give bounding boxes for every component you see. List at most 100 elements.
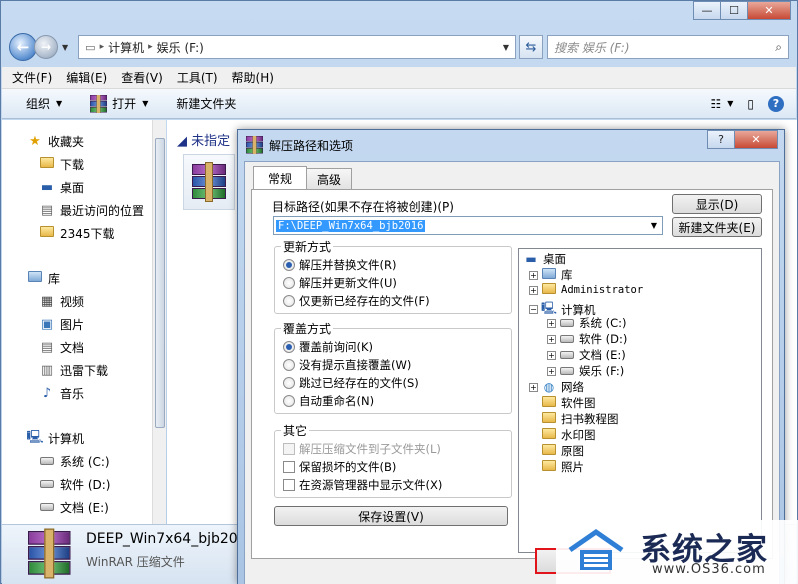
address-dropdown-icon[interactable]: ▼ — [497, 43, 515, 52]
sidebar-item-music[interactable]: ♪ 音乐 — [2, 382, 152, 405]
chevron-down-icon[interactable]: ▼ — [727, 99, 733, 108]
recent-pages-chevron-icon[interactable]: ▼ — [62, 43, 68, 52]
radio-overwrite-silent[interactable]: 没有提示直接覆盖(W) — [283, 357, 411, 373]
tree-node-folder[interactable]: 原图 — [541, 443, 584, 459]
details-filetype: WinRAR 压缩文件 — [86, 555, 185, 569]
address-bar[interactable]: ▭ ▸ 计算机 ▸ 娱乐 (F:) ▼ — [78, 35, 516, 59]
sidebar-item-documents[interactable]: ▤ 文档 — [2, 336, 152, 359]
sidebar-item-downloads[interactable]: 下载 — [2, 153, 152, 176]
file-item-archive[interactable] — [183, 154, 235, 210]
sidebar-item-2345[interactable]: 2345下载 — [2, 222, 152, 245]
breadcrumb-computer[interactable]: 计算机 — [108, 39, 144, 56]
show-button[interactable]: 显示(D) — [672, 194, 762, 214]
sidebar-item-label: 文档 — [60, 341, 85, 355]
search-input[interactable]: 搜索 娱乐 (F:) ⌕ — [547, 35, 789, 59]
menu-help[interactable]: 帮助(H) — [232, 69, 274, 86]
back-button[interactable]: ← — [9, 33, 37, 61]
menu-file[interactable]: 文件(F) — [12, 69, 52, 86]
tree-node-desktop[interactable]: ▬ 桌面 — [523, 251, 566, 267]
radio-auto-rename[interactable]: 自动重命名(N) — [283, 393, 374, 409]
option-label: 跳过已经存在的文件(S) — [299, 376, 419, 390]
refresh-button[interactable]: ⇆ — [519, 35, 543, 59]
drive-icon — [38, 500, 56, 515]
chevron-down-icon[interactable]: ▼ — [646, 221, 662, 230]
expand-icon[interactable]: + — [529, 270, 538, 280]
radio-update-existing[interactable]: 仅更新已经存在的文件(F) — [283, 293, 430, 309]
menu-view[interactable]: 查看(V) — [121, 69, 163, 86]
radio-selected-icon — [283, 341, 295, 353]
expand-icon[interactable]: + — [529, 382, 538, 392]
radio-ask-before[interactable]: 覆盖前询问(K) — [283, 339, 373, 355]
tab-general[interactable]: 常规 — [253, 166, 308, 189]
expand-icon[interactable]: + — [547, 334, 556, 344]
breadcrumb-separator-icon[interactable]: ▸ — [100, 42, 105, 52]
chevron-down-icon: ▼ — [142, 99, 149, 108]
radio-extract-replace[interactable]: 解压并替换文件(R) — [283, 257, 396, 273]
sidebar-item-drive-e[interactable]: 文档 (E:) — [2, 496, 152, 519]
tree-node-drive-e[interactable]: + 文档 (E:) — [547, 347, 626, 363]
expand-icon[interactable]: + — [547, 350, 556, 360]
tree-node-folder[interactable]: 软件图 — [541, 395, 596, 411]
expand-icon[interactable]: + — [547, 366, 556, 376]
window-caption-buttons: — ☐ ✕ — [693, 1, 791, 20]
destination-path-input[interactable]: F:\DEEP_Win7x64_bjb2016 ▼ — [273, 216, 663, 235]
open-button[interactable]: 打开 ▼ — [90, 94, 149, 113]
new-folder-dialog-button[interactable]: 新建文件夹(E) — [672, 217, 762, 237]
collapse-icon[interactable]: − — [529, 305, 538, 314]
minimize-button[interactable]: — — [693, 1, 721, 20]
forward-button[interactable]: → — [34, 35, 58, 59]
sidebar-item-drive-d[interactable]: 软件 (D:) — [2, 473, 152, 496]
library-icon — [26, 271, 44, 286]
tree-node-drive-f[interactable]: + 娱乐 (F:) — [547, 363, 624, 379]
menu-tools[interactable]: 工具(T) — [177, 69, 218, 86]
group-header[interactable]: ◢ 未指定 — [177, 130, 230, 149]
sidebar-item-recent[interactable]: ▤ 最近访问的位置 — [2, 199, 152, 222]
checkbox-show-in-explorer[interactable]: 在资源管理器中显示文件(X) — [283, 477, 442, 493]
checkbox-keep-broken[interactable]: 保留损坏的文件(B) — [283, 459, 396, 475]
breadcrumb-separator-icon[interactable]: ▸ — [148, 42, 153, 52]
search-icon[interactable]: ⌕ — [775, 40, 782, 55]
tab-advanced[interactable]: 高级 — [306, 168, 353, 189]
new-folder-button[interactable]: 新建文件夹 — [176, 95, 236, 112]
tree-node-folder[interactable]: 扫书教程图 — [541, 411, 619, 427]
sidebar-item-pictures[interactable]: ▣ 图片 — [2, 313, 152, 336]
tree-node-network[interactable]: + ◍ 网络 — [529, 379, 584, 395]
sidebar-item-xunlei[interactable]: ▥ 迅雷下载 — [2, 359, 152, 382]
tree-node-administrator[interactable]: + Administrator — [529, 283, 643, 297]
sidebar-item-desktop[interactable]: ▬ 桌面 — [2, 176, 152, 199]
drive-icon — [559, 332, 575, 346]
option-label: 仅更新已经存在的文件(F) — [299, 294, 430, 308]
sidebar-computer[interactable]: 🖳 计算机 — [2, 427, 152, 450]
save-settings-button[interactable]: 保存设置(V) — [274, 506, 508, 526]
library-icon — [541, 268, 557, 282]
maximize-button[interactable]: ☐ — [720, 1, 748, 20]
tree-node-folder[interactable]: 照片 — [541, 459, 584, 475]
sidebar-libraries[interactable]: 库 — [2, 267, 152, 290]
close-button[interactable]: ✕ — [747, 1, 791, 20]
radio-extract-update[interactable]: 解压并更新文件(U) — [283, 275, 397, 291]
checkbox-extract-subfolder[interactable]: 解压压缩文件到子文件夹(L) — [283, 441, 441, 457]
folder-tree[interactable]: ▬ 桌面 + 库 + Administrator − 🖳 计算机 + 系统 (C:) + 软件… — [518, 248, 762, 553]
scrollbar-thumb[interactable] — [155, 138, 165, 428]
sidebar-favorites[interactable]: ★ 收藏夹 — [2, 130, 152, 153]
preview-pane-icon[interactable]: ▯ — [747, 97, 754, 111]
view-options-icon[interactable]: ☷ — [710, 97, 721, 111]
tree-node-drive-c[interactable]: + 系统 (C:) — [547, 315, 627, 331]
tree-node-library[interactable]: + 库 — [529, 267, 573, 283]
radio-selected-icon — [283, 259, 295, 271]
radio-skip-existing[interactable]: 跳过已经存在的文件(S) — [283, 375, 419, 391]
dialog-help-button[interactable]: ? — [707, 130, 735, 149]
help-icon[interactable]: ? — [768, 95, 784, 112]
breadcrumb-current[interactable]: 娱乐 (F:) — [157, 39, 204, 56]
sidebar-item-drive-c[interactable]: 系统 (C:) — [2, 450, 152, 473]
expand-icon[interactable]: + — [529, 285, 538, 295]
menu-edit[interactable]: 编辑(E) — [66, 69, 107, 86]
refresh-icon: ⇆ — [525, 39, 537, 55]
tree-node-drive-d[interactable]: + 软件 (D:) — [547, 331, 627, 347]
navigation-scrollbar[interactable] — [152, 120, 166, 524]
organize-button[interactable]: 组织 ▼ — [26, 95, 62, 112]
sidebar-item-videos[interactable]: ▦ 视频 — [2, 290, 152, 313]
expand-icon[interactable]: + — [547, 318, 556, 328]
dialog-close-button[interactable]: ✕ — [734, 130, 778, 149]
tree-node-folder[interactable]: 水印图 — [541, 427, 596, 443]
